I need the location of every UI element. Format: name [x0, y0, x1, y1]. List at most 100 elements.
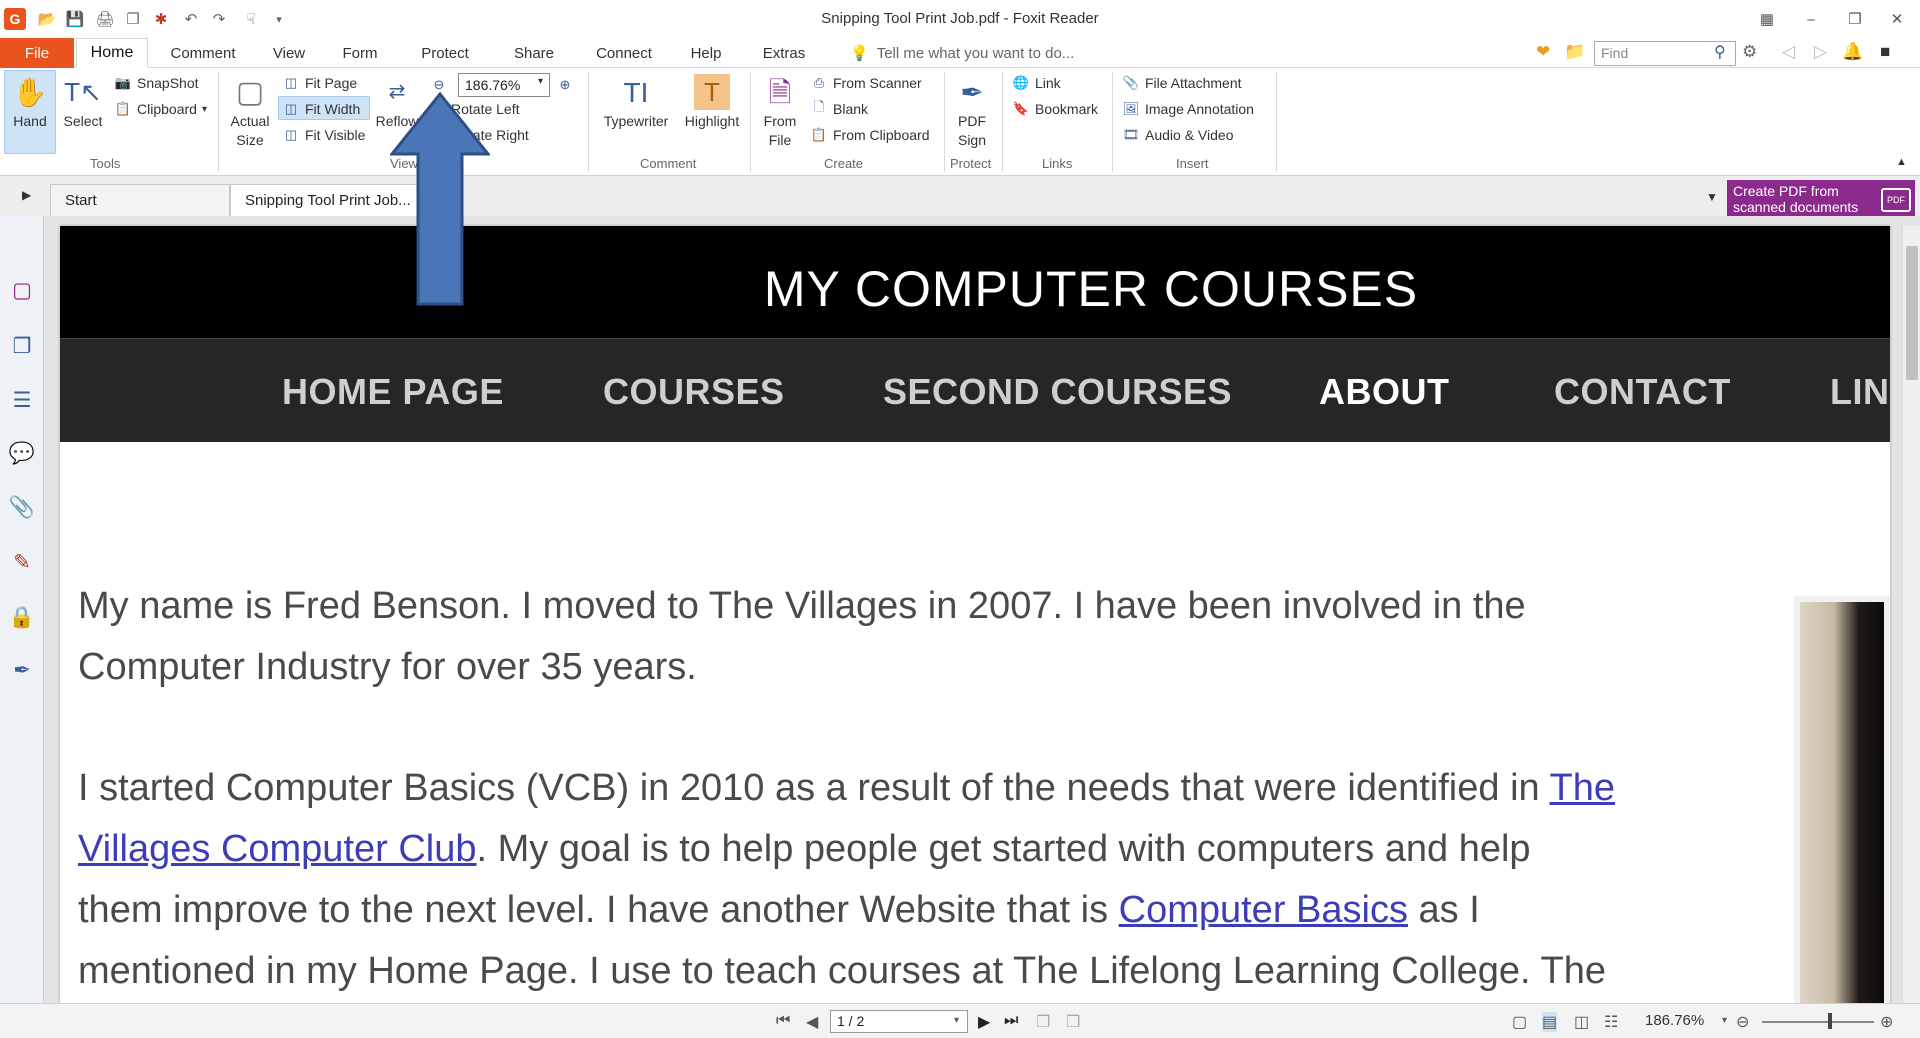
hand-tool-dropdown-icon[interactable]: ☟	[240, 8, 262, 30]
next-page-icon[interactable]: ▶	[978, 1012, 990, 1032]
page-number-field[interactable]: 1 / 2	[830, 1010, 968, 1033]
snapshot-button[interactable]: 📷 SnapShot	[114, 74, 199, 92]
highlight-button[interactable]: T Highlight	[680, 74, 744, 131]
navigation-panel: ▢ ❐ ☰ 💬 📎 ✎ 🔒 ✒	[0, 216, 44, 1003]
next-view-icon[interactable]: ❐	[1066, 1012, 1080, 1032]
new-document-icon[interactable]: ✱	[150, 8, 172, 30]
fit-width-button[interactable]: ◫ Fit Width	[282, 100, 360, 118]
tab-start[interactable]: Start	[50, 184, 230, 216]
zoom-slider-thumb[interactable]	[1828, 1013, 1832, 1029]
open-folder-icon[interactable]: 📂	[36, 8, 58, 30]
layout-grid-icon[interactable]: ▦	[1750, 6, 1784, 32]
close-icon[interactable]: ✕	[1880, 6, 1914, 32]
settings-gear-icon[interactable]: ⚙	[1742, 42, 1757, 62]
pdf-sign-button[interactable]: ✒ PDF Sign	[950, 74, 994, 150]
nav-courses[interactable]: COURSES	[603, 371, 785, 413]
blank-button[interactable]: 🗋 Blank	[810, 99, 868, 118]
copy-pages-icon[interactable]: ❐	[122, 8, 144, 30]
security-lock-icon[interactable]: 🔒	[8, 604, 36, 632]
user-account-icon[interactable]: ■	[1880, 42, 1890, 62]
nav-second-courses[interactable]: SECOND COURSES	[883, 371, 1232, 413]
collapse-ribbon-icon[interactable]: ▲	[1896, 156, 1907, 168]
undo-icon[interactable]: ↶	[180, 8, 202, 30]
page-dropdown-icon[interactable]: ▾	[954, 1015, 959, 1026]
tab-connect[interactable]: Connect	[588, 38, 660, 68]
zoom-dropdown-arrow[interactable]: ▾	[538, 76, 543, 87]
pages-icon[interactable]: ❐	[8, 332, 36, 360]
fit-page-button[interactable]: ◫ Fit Page	[282, 74, 357, 92]
previous-page-icon[interactable]: ◀	[806, 1012, 818, 1032]
fit-visible-button[interactable]: ◫ Fit Visible	[282, 126, 366, 144]
tab-share[interactable]: Share	[504, 38, 564, 68]
hand-button[interactable]: ✋ Hand	[8, 74, 52, 131]
facing-page-icon[interactable]: ◫	[1574, 1012, 1589, 1032]
heart-icon[interactable]: ❤	[1536, 42, 1550, 62]
scanner-pdf-icon: PDF	[1881, 188, 1911, 212]
document-viewer[interactable]: MY COMPUTER COURSES HOME PAGE COURSES SE…	[44, 216, 1920, 1003]
create-pdf-promo[interactable]: Create PDF from scanned documents PDF	[1727, 180, 1915, 218]
nav-home-page[interactable]: HOME PAGE	[282, 371, 504, 413]
print-icon[interactable]: 🖨	[94, 8, 116, 30]
file-attachment-button[interactable]: 📎 File Attachment	[1122, 74, 1242, 92]
clipboard-button[interactable]: 📋 Clipboard ▾	[114, 100, 207, 118]
nav-contact[interactable]: CONTACT	[1554, 371, 1731, 413]
comments-icon[interactable]: 💬	[8, 440, 36, 468]
bookmark-button[interactable]: 🔖 Bookmark	[1012, 100, 1098, 118]
folder-search-icon[interactable]: 📁	[1564, 42, 1585, 62]
scrollbar-thumb[interactable]	[1906, 246, 1918, 380]
back-arrow-icon[interactable]: ◁	[1782, 42, 1795, 62]
attachments-icon[interactable]: 📎	[8, 494, 36, 522]
nav-about[interactable]: ABOUT	[1319, 371, 1450, 413]
continuous-page-icon[interactable]: ▤	[1542, 1012, 1558, 1032]
continuous-facing-icon[interactable]: ☷	[1604, 1012, 1618, 1032]
restore-icon[interactable]: ❐	[1838, 6, 1872, 32]
vertical-scrollbar[interactable]	[1902, 226, 1920, 1003]
layers-icon[interactable]: ☰	[8, 386, 36, 414]
nav-links[interactable]: LIN	[1830, 371, 1890, 413]
last-page-icon[interactable]: ⏭	[1004, 1012, 1018, 1030]
typewriter-button[interactable]: TI Typewriter	[596, 74, 676, 131]
tab-home[interactable]: Home	[76, 38, 148, 68]
villages-computer-club-link[interactable]: Villages Computer Club	[78, 828, 477, 870]
tab-form[interactable]: Form	[334, 38, 386, 68]
audio-video-button[interactable]: 🎞 Audio & Video	[1122, 126, 1234, 144]
select-button[interactable]: T↖ Select	[58, 74, 108, 131]
foxit-logo-icon[interactable]: G	[4, 8, 26, 30]
computer-basics-link[interactable]: Computer Basics	[1119, 889, 1408, 931]
tab-protect[interactable]: Protect	[410, 38, 480, 68]
tell-me-search[interactable]: 💡 Tell me what you want to do...	[850, 38, 1074, 68]
link-button[interactable]: 🌐 Link	[1012, 74, 1061, 92]
tab-list-dropdown-icon[interactable]: ▼	[1706, 190, 1718, 204]
redo-icon[interactable]: ↷	[208, 8, 230, 30]
image-annotation-button[interactable]: 🖼 Image Annotation	[1122, 100, 1254, 118]
from-scanner-button[interactable]: ⎙ From Scanner	[810, 74, 922, 92]
minimize-icon[interactable]: ⎯	[1794, 6, 1828, 32]
zoom-slider[interactable]	[1762, 1021, 1874, 1023]
customize-toolbar-icon[interactable]: ▾	[268, 8, 290, 30]
zoom-level[interactable]: 186.76%	[1645, 1012, 1704, 1029]
previous-view-icon[interactable]: ❐	[1036, 1012, 1050, 1032]
notification-bell-icon[interactable]: 🔔	[1842, 42, 1863, 62]
tab-extras[interactable]: Extras	[756, 38, 812, 68]
villages-computer-club-link[interactable]: The	[1550, 767, 1615, 809]
zoom-out-icon[interactable]: ⊖	[1736, 1012, 1749, 1032]
signature-validation-icon[interactable]: ✎	[8, 548, 36, 576]
zoom-in-icon[interactable]: ⊕	[1880, 1012, 1893, 1032]
zoom-dropdown-icon[interactable]: ▾	[1722, 1015, 1727, 1026]
tab-help[interactable]: Help	[684, 38, 728, 68]
digital-sign-icon[interactable]: ✒	[8, 656, 36, 684]
tab-comment[interactable]: Comment	[160, 38, 246, 68]
page-thumbnails-icon[interactable]: ▢	[8, 276, 36, 304]
forward-arrow-icon[interactable]: ▷	[1814, 42, 1827, 62]
from-clipboard-button[interactable]: 📋 From Clipboard	[810, 126, 930, 144]
search-icon[interactable]: ⚲	[1714, 42, 1726, 62]
first-page-icon[interactable]: ⏮	[776, 1012, 790, 1030]
tab-view[interactable]: View	[262, 38, 316, 68]
panel-toggle-icon[interactable]: ▶	[22, 188, 31, 202]
zoom-in-button[interactable]: ⊕	[556, 76, 574, 94]
save-icon[interactable]: 💾	[64, 8, 86, 30]
single-page-icon[interactable]: ▢	[1512, 1012, 1527, 1032]
file-tab[interactable]: File	[0, 38, 74, 68]
from-file-button[interactable]: 🗎 From File	[756, 74, 804, 150]
actual-size-button[interactable]: ▢ Actual Size	[226, 74, 274, 150]
